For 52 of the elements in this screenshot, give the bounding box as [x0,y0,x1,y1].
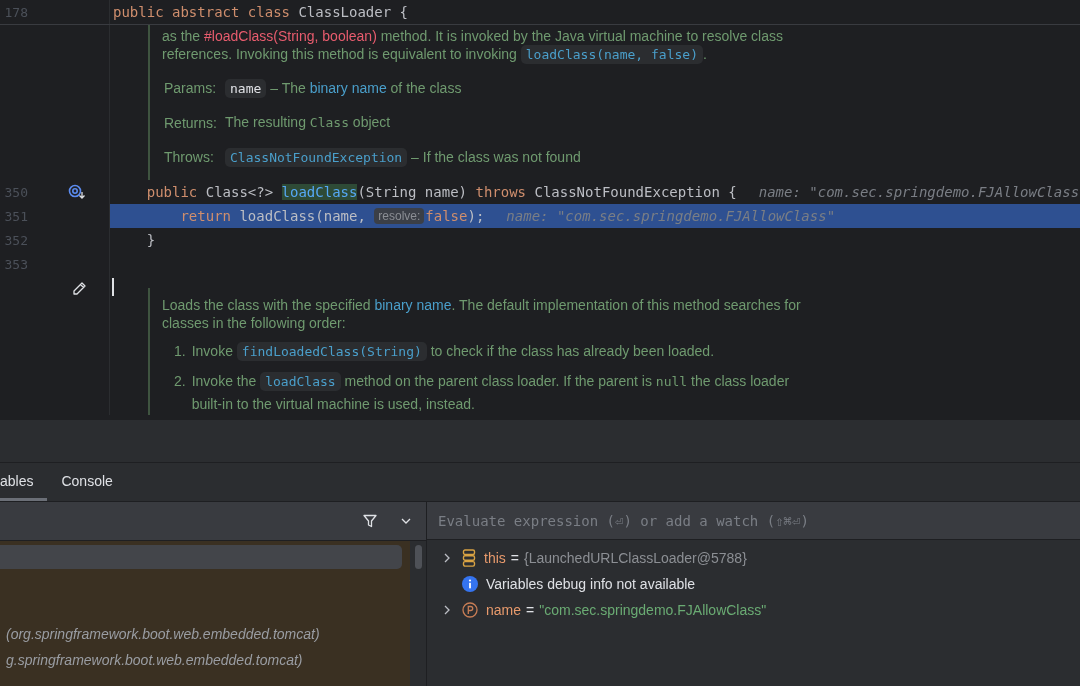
panel-tab[interactable]: Console [61,463,127,501]
inline-value: name: "com.sec.springdemo.FJAllowClass" [506,208,836,224]
doc-link[interactable]: binary name [374,297,452,313]
code-text: } [145,232,156,248]
evaluate-field[interactable]: Evaluate expression (⏎) or add a watch (⇧⌘⏎) [427,502,1080,540]
list-item-text: Invoke the loadClass method on the parent class loader. If the parent is null the class loader built-in to the virtual machine is used, instead. [191,371,791,414]
parameter-icon [462,602,478,618]
list-number: 2. [174,372,186,391]
pencil-icon[interactable] [72,281,87,296]
method-name: loadClass [281,184,358,200]
target-arrow-icon[interactable] [68,184,86,200]
code-text: ClassNotFoundException { [534,184,737,200]
equals-sign: = [526,602,535,618]
stack-frame[interactable]: (org.springframework.boot.web.embedded.tomcat) [0,621,410,647]
code-keyword: false [425,208,468,224]
info-icon [462,576,478,592]
doc-tag-text: ClassNotFoundException – If the class was not found [225,148,581,166]
code-keyword: return [179,208,232,224]
variable-name: name [486,602,522,618]
text-caret [112,278,114,296]
code-keyword: public [145,184,199,200]
doc-tag-text: The resulting Class object [225,113,391,132]
inline-value: name: "com.sec.springdemo.FJAllowClass [758,184,1080,200]
doc-paragraph: as the #loadClass(String, boolean) method. It is invoked by the Java virtual machine to resolve class references. Invoking this method is equivalent to invoking loadClass(name, false) . [162,27,784,63]
scrollbar[interactable] [415,545,422,569]
variable-value: {LaunchedURLClassLoader@5788} [524,550,747,566]
doc-link[interactable]: binary name [309,80,387,96]
code-keyword: public abstract class [113,4,291,20]
list-number: 1. [174,342,186,361]
doc-link[interactable]: #loadClass(String, boolean) [204,28,377,44]
chevron-right-icon[interactable] [443,552,451,564]
doc-tag-label: Params: [164,79,218,97]
field-icon [462,549,476,567]
code-text: ); [467,208,485,224]
chevron-right-icon[interactable] [443,604,451,616]
stack-frame[interactable]: g.springframework.boot.web.embedded.tomcat) [0,647,410,673]
equals-sign: = [510,550,519,566]
variable-name: this [484,550,506,566]
doc-paragraph: Loads the class with the specified binary name. The default implementation of this method searches for classes in the following order: [162,296,802,332]
code-text: loadClass(name, [239,208,367,224]
code-text: (String name) [357,184,468,200]
code-text: Class<?> [205,184,275,200]
doc-tag-label: Throws: [164,148,215,166]
filter-icon[interactable] [362,513,378,529]
variable-value: "com.sec.springdemo.FJAllowClass" [539,602,767,618]
code-keyword: throws [475,184,528,200]
parameter-hint: resolve: [374,208,425,224]
info-message: Variables debug info not available [486,576,696,592]
code-text: ClassLoader { [298,4,408,20]
list-item-text: Invoke findLoadedClass(String) to check if the class has already been loaded. [191,341,715,362]
doc-tag-text: name – The binary name of the class [225,79,462,97]
doc-tag-label: Returns: [164,113,218,132]
